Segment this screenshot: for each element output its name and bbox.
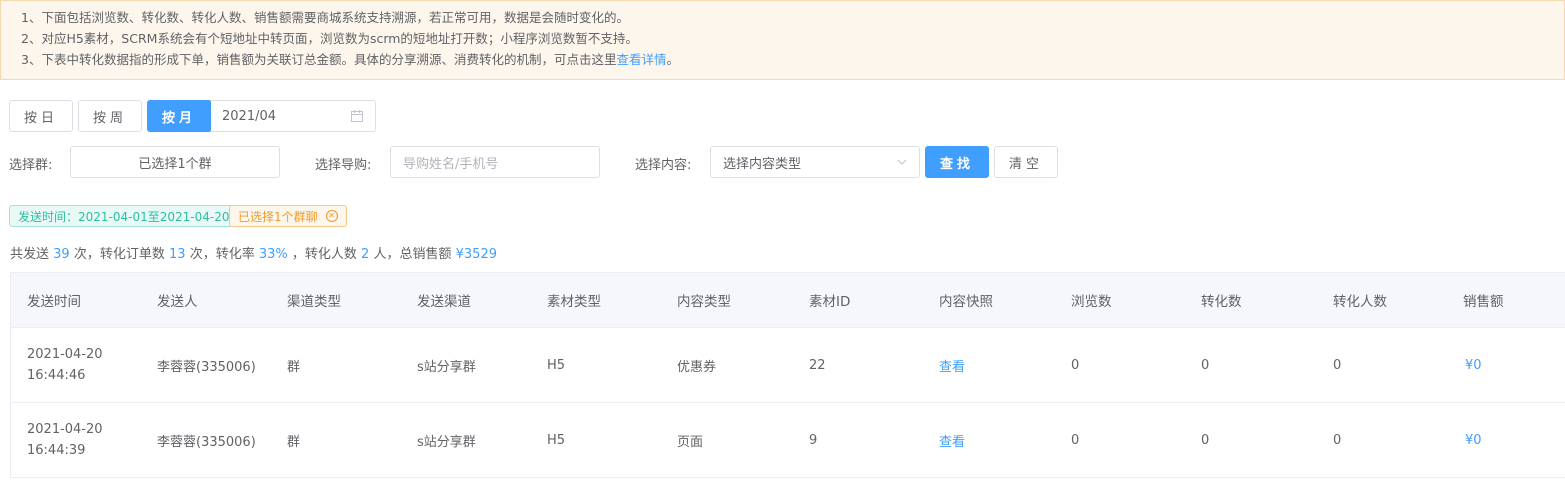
cell-converted-people: 0	[1333, 432, 1342, 448]
order-count: 13	[169, 247, 186, 262]
header-sender: 发送人	[157, 294, 198, 310]
group-filter-label: 选择群:	[9, 158, 53, 173]
guide-search-placeholder: 导购姓名/手机号	[403, 156, 499, 172]
summary-text: ，转化人数	[291, 247, 357, 262]
search-button[interactable]: 查找	[925, 146, 989, 178]
data-table: 发送时间 发送人 渠道类型 发送渠道 素材类型 内容类型 素材ID 内容快照 浏…	[10, 272, 1565, 478]
cell-channel: s站分享群	[417, 359, 476, 375]
by-week-button[interactable]: 按周	[78, 100, 142, 132]
table-row: 2021-04-20 16:44:39 李蓉蓉(335006) 群 s站分享群 H…	[11, 403, 1565, 478]
cell-converted-people: 0	[1333, 357, 1342, 373]
content-filter-label: 选择内容:	[635, 158, 692, 173]
cell-time: 16:44:46	[27, 368, 86, 383]
cell-snapshot: 查看	[939, 403, 965, 477]
content-type-placeholder: 选择内容类型	[723, 156, 802, 172]
notice-line-3-suffix: 。	[666, 52, 679, 67]
cell-sales: ¥0	[1465, 328, 1482, 402]
month-picker-value: 2021/04	[222, 108, 277, 124]
cell-channel-type: 群	[287, 434, 301, 450]
cell-channel-type: 群	[287, 359, 301, 375]
cell-conversions: 0	[1201, 432, 1210, 448]
sales-link[interactable]: ¥0	[1465, 358, 1482, 373]
clear-button[interactable]: 清空	[994, 146, 1058, 178]
summary-text: 共发送	[10, 247, 50, 262]
chevron-down-icon	[897, 159, 907, 165]
notice-line-3-text: 3、下表中转化数据指的形成下单，销售额为关联订总金额。具体的分享溯源、消费转化的…	[21, 52, 617, 67]
header-send-time: 发送时间	[27, 294, 81, 310]
total-sales: ¥3529	[455, 247, 497, 262]
calendar-icon	[351, 110, 363, 122]
summary-line: 共发送 39 次，转化订单数 13 次，转化率 33% ，转化人数 2 人，总销…	[10, 243, 497, 262]
by-day-button[interactable]: 按日	[9, 100, 73, 132]
cell-sender: 李蓉蓉(335006)	[157, 434, 256, 450]
close-icon[interactable]: ✕	[325, 210, 338, 222]
cell-snapshot: 查看	[939, 328, 965, 402]
table-header: 发送时间 发送人 渠道类型 发送渠道 素材类型 内容类型 素材ID 内容快照 浏…	[11, 273, 1565, 328]
cell-date: 2021-04-20	[27, 422, 103, 437]
summary-text: 次，转化订单数	[73, 247, 165, 262]
send-time-tag-text: 发送时间：2021-04-01至2021-04-20	[18, 209, 230, 224]
notice-banner: 1、下面包括浏览数、转化数、转化人数、销售额需要商城系统支持溯源，若正常可用，数…	[0, 0, 1565, 80]
notice-line-3: 3、下表中转化数据指的形成下单，销售额为关联订总金额。具体的分享溯源、消费转化的…	[21, 49, 1564, 70]
cell-sales: ¥0	[1465, 403, 1482, 477]
cell-conversions: 0	[1201, 357, 1210, 373]
notice-line-1: 1、下面包括浏览数、转化数、转化人数、销售额需要商城系统支持溯源，若正常可用，数…	[21, 10, 629, 25]
header-content-type: 内容类型	[677, 294, 731, 310]
cell-material-type: H5	[547, 432, 566, 448]
sales-link[interactable]: ¥0	[1465, 433, 1482, 448]
guide-filter-label: 选择导购:	[315, 158, 372, 173]
header-converted-people: 转化人数	[1333, 294, 1387, 310]
group-chat-tag: 已选择1个群聊 ✕	[229, 205, 347, 227]
header-conversions: 转化数	[1201, 294, 1242, 310]
header-material-id: 素材ID	[809, 294, 851, 310]
by-month-button[interactable]: 按月	[147, 100, 211, 132]
content-type-select[interactable]: 选择内容类型	[710, 146, 920, 178]
view-details-link[interactable]: 查看详情	[616, 52, 666, 67]
table-row: 2021-04-20 16:44:46 李蓉蓉(335006) 群 s站分享群 H…	[11, 328, 1565, 403]
notice-line-2: 2、对应H5素材，SCRM系统会有个短地址中转页面，浏览数为scrm的短地址打开…	[21, 31, 638, 46]
view-snapshot-link[interactable]: 查看	[939, 356, 965, 375]
cell-channel: s站分享群	[417, 434, 476, 450]
send-time-tag: 发送时间：2021-04-01至2021-04-20	[9, 205, 239, 227]
header-material-type: 素材类型	[547, 294, 601, 310]
summary-text: 次，转化率	[189, 247, 255, 262]
view-snapshot-link[interactable]: 查看	[939, 431, 965, 450]
cell-send-time: 2021-04-20 16:44:39	[27, 403, 103, 477]
cell-time: 16:44:39	[27, 443, 86, 458]
cell-material-id: 9	[809, 432, 818, 448]
cell-content-type: 页面	[677, 434, 704, 450]
cell-sender: 李蓉蓉(335006)	[157, 359, 256, 375]
group-select[interactable]: 已选择1个群	[70, 146, 280, 178]
header-channel-type: 渠道类型	[287, 294, 341, 310]
cell-date: 2021-04-20	[27, 347, 103, 362]
cell-material-type: H5	[547, 357, 566, 373]
conversion-rate: 33%	[258, 247, 288, 262]
cell-content-type: 优惠券	[677, 359, 717, 375]
send-count: 39	[53, 247, 70, 262]
cell-send-time: 2021-04-20 16:44:46	[27, 328, 103, 402]
month-picker[interactable]: 2021/04	[210, 100, 376, 132]
converted-people-count: 2	[361, 247, 370, 262]
header-views: 浏览数	[1071, 294, 1112, 310]
guide-search-input[interactable]: 导购姓名/手机号	[390, 146, 600, 178]
cell-material-id: 22	[809, 357, 826, 373]
header-sales: 销售额	[1463, 294, 1504, 310]
summary-text: 人，总销售额	[373, 247, 452, 262]
cell-views: 0	[1071, 432, 1080, 448]
header-snapshot: 内容快照	[939, 294, 993, 310]
group-chat-tag-text: 已选择1个群聊	[238, 209, 318, 224]
header-channel: 发送渠道	[417, 294, 471, 310]
cell-views: 0	[1071, 357, 1080, 373]
